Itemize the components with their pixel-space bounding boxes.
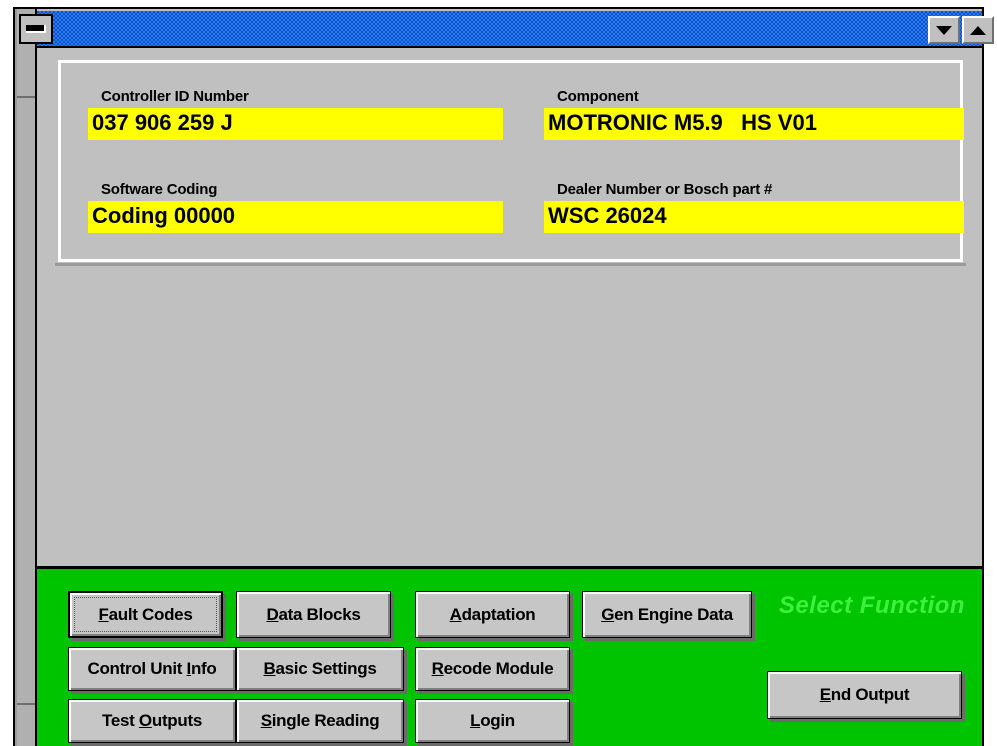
login-button-label: Login [470,711,515,731]
label-accelerator: E [819,685,831,704]
label-post: daptation [461,604,536,624]
restore-down-icon[interactable] [928,16,960,44]
recode-module-button-label: Recode Module [432,659,554,679]
data-blocks-button-label: Data Blocks [266,605,360,625]
label-post: nfo [190,659,217,678]
data-blocks-button[interactable]: Data Blocks [236,591,391,638]
window-left-border-inner[interactable] [17,9,35,746]
label-accelerator: D [266,604,279,624]
label-post: ata Blocks [278,604,361,624]
controller-identification-groupbox: Controller ID Number 037 906 259 J Compo… [58,60,964,262]
label-post: asic Settings [275,659,377,678]
label-post: ogin [480,711,515,730]
gen-engine-data-button[interactable]: Gen Engine Data [582,591,752,638]
software-coding-field: Software Coding Coding 00000 [88,181,518,233]
label-post: ecode Module [443,659,554,678]
gen-engine-data-button-label: Gen Engine Data [601,605,733,625]
select-function-hint: Select Function [778,592,966,619]
login-button[interactable]: Login [415,699,570,743]
desktop-background: Controller ID Number 037 906 259 J Compo… [0,0,997,746]
test-outputs-button[interactable]: Test Outputs [68,699,236,743]
minimize-icon[interactable] [19,14,53,44]
label-accelerator: B [263,659,276,678]
control-unit-info-button-label: Control Unit Info [88,659,217,679]
dealer-number-value[interactable]: WSC 26024 [544,201,964,233]
label-pre: Control Unit [87,659,187,678]
single-reading-button[interactable]: Single Reading [236,699,404,743]
fault-codes-button[interactable]: Fault Codes [68,591,223,638]
component-field: Component MOTRONIC M5.9 HS V01 [544,88,974,140]
label-post: ault Codes [108,604,193,624]
basic-settings-button[interactable]: Basic Settings [236,647,404,691]
client-area: Controller ID Number 037 906 259 J Compo… [37,48,982,564]
software-coding-label: Software Coding [101,181,218,198]
label-accelerator: O [138,711,152,730]
test-outputs-button-label: Test Outputs [102,711,202,731]
label-post: nd Output [830,685,910,704]
label-accelerator: G [601,604,615,624]
label-post: utputs [151,711,202,730]
end-output-button-label: End Output [820,685,910,705]
label-accelerator: A [449,604,462,624]
window-left-border-seam-bottom [17,703,35,705]
recode-module-button[interactable]: Recode Module [415,647,570,691]
controller-id-value[interactable]: 037 906 259 J [88,108,503,140]
end-output-button[interactable]: End Output [767,671,962,719]
label-accelerator: L [470,711,481,730]
label-post: en Engine Data [614,604,733,624]
chevron-up-glyph [970,25,986,35]
chevron-down-glyph [936,25,952,35]
component-value[interactable]: MOTRONIC M5.9 HS V01 [544,108,964,140]
single-reading-button-label: Single Reading [261,711,380,731]
title-bar[interactable] [37,11,982,48]
function-select-panel: Fault Codes Data Blocks Adaptation Gen E… [37,566,982,746]
window-left-border-seam-top [17,96,35,98]
control-unit-info-button[interactable]: Control Unit Info [68,647,236,691]
maximize-icon[interactable] [962,16,994,44]
groupbox-shadow [55,263,966,266]
label-accelerator: R [431,659,444,678]
controller-id-field: Controller ID Number 037 906 259 J [88,88,518,140]
component-label: Component [557,88,639,105]
dealer-number-field: Dealer Number or Bosch part # WSC 26024 [544,181,974,233]
label-pre: Test [102,711,139,730]
label-accelerator: S [260,711,272,730]
basic-settings-button-label: Basic Settings [264,659,377,679]
software-coding-value[interactable]: Coding 00000 [88,201,503,233]
label-post: ingle Reading [271,711,380,730]
dealer-number-label: Dealer Number or Bosch part # [557,181,773,198]
controller-id-label: Controller ID Number [101,88,249,105]
minimize-glyph [26,25,46,33]
adaptation-button[interactable]: Adaptation [415,591,570,638]
adaptation-button-label: Adaptation [450,605,536,625]
label-accelerator: F [98,604,109,624]
fault-codes-button-label: Fault Codes [99,605,193,625]
